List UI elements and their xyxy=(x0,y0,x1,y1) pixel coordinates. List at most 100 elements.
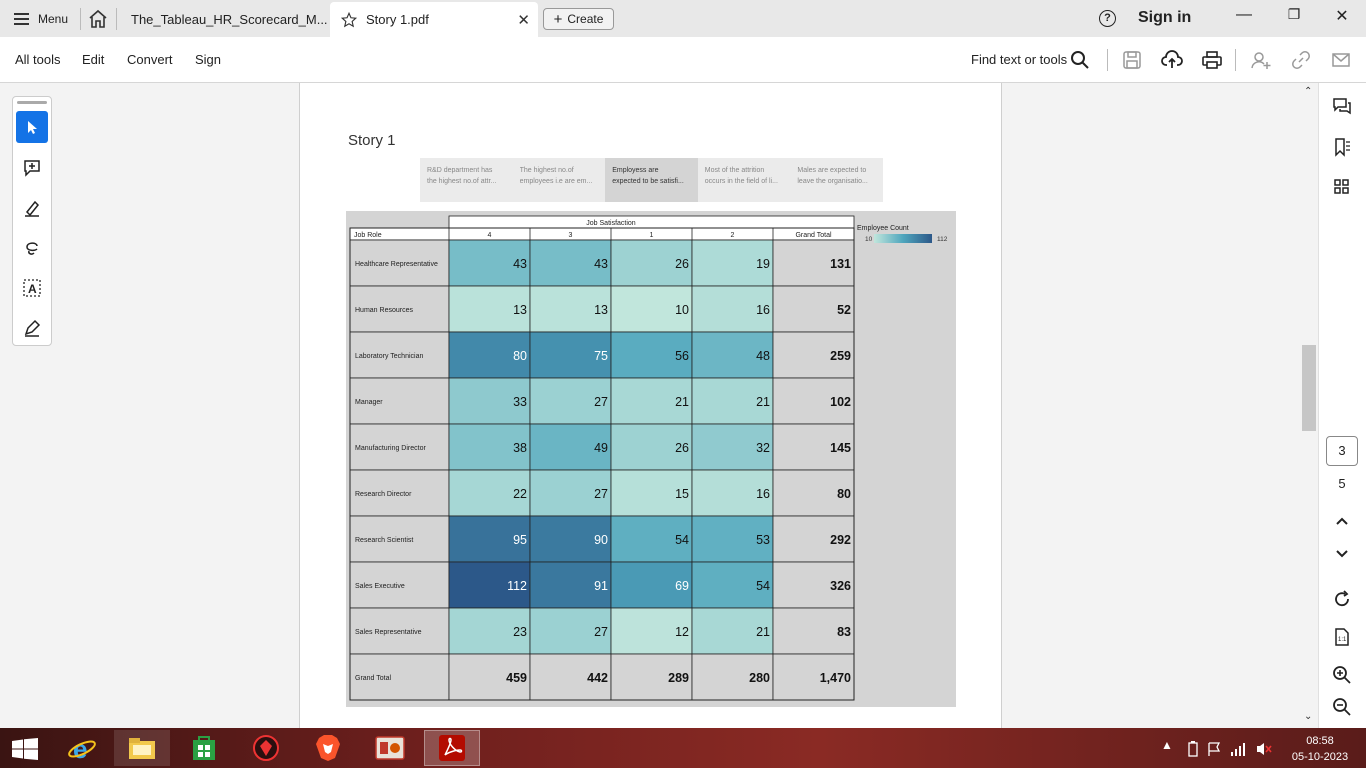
highlight-tool[interactable] xyxy=(16,192,48,224)
tab-hr-scorecard[interactable]: The_Tableau_HR_Scorecard_M... xyxy=(118,2,328,37)
scroll-down-icon[interactable]: ⌄ xyxy=(1304,711,1312,722)
sign-in-button[interactable]: Sign in xyxy=(1138,9,1191,27)
cell-value: 26 xyxy=(675,441,689,455)
taskbar-brave[interactable] xyxy=(300,730,356,766)
row-total: 292 xyxy=(830,533,851,547)
zoom-in-icon[interactable] xyxy=(1331,664,1353,686)
row-label: Human Resources xyxy=(355,307,413,314)
sign-tool[interactable] xyxy=(16,312,48,344)
comments-icon[interactable] xyxy=(1331,96,1353,118)
email-icon[interactable] xyxy=(1330,49,1352,71)
story-point-1[interactable]: R&D department has the highest no.of attr… xyxy=(420,158,513,202)
story-point-3[interactable]: Employess are expected to be satisfi... xyxy=(605,158,698,202)
search-icon[interactable] xyxy=(1069,49,1091,71)
zoom-out-icon[interactable] xyxy=(1331,696,1353,718)
total-column-header: Grand Total xyxy=(795,232,832,239)
fit-page-icon[interactable]: 1:1 xyxy=(1331,626,1353,648)
thumbnails-icon[interactable] xyxy=(1331,176,1353,198)
cell-value: 459 xyxy=(506,671,527,685)
create-label: Create xyxy=(567,12,604,26)
close-window-icon[interactable]: ✕ xyxy=(1330,6,1354,26)
row-total: 131 xyxy=(830,257,851,271)
story-point-text: the highest no.of attr... xyxy=(427,178,497,185)
share-user-icon[interactable] xyxy=(1250,49,1272,71)
divider xyxy=(1235,49,1236,71)
plus-icon: + xyxy=(553,10,563,28)
row-label: Sales Executive xyxy=(355,583,405,590)
row-label: Manager xyxy=(355,399,383,406)
cell-value: 33 xyxy=(513,395,527,409)
previous-page-icon[interactable] xyxy=(1331,510,1353,532)
convert-menu[interactable]: Convert xyxy=(127,52,173,67)
taskbar-ie[interactable]: e xyxy=(54,730,110,766)
story-point-text: The highest no.of xyxy=(519,167,574,174)
cell-value: 16 xyxy=(756,487,770,501)
taskbar-explorer[interactable] xyxy=(114,730,170,766)
find-text-label[interactable]: Find text or tools xyxy=(971,52,1067,67)
add-comment-tool[interactable] xyxy=(16,152,48,184)
cell-value: 48 xyxy=(756,349,770,363)
home-icon[interactable] xyxy=(86,7,110,31)
create-button[interactable]: + Create xyxy=(543,8,614,30)
close-tab-icon[interactable]: ✕ xyxy=(517,11,530,29)
taskbar-acrobat[interactable] xyxy=(424,730,480,766)
cell-value: 75 xyxy=(594,349,608,363)
clock-date: 05-10-2023 xyxy=(1291,751,1349,763)
draw-tool[interactable] xyxy=(16,232,48,264)
rotate-icon[interactable] xyxy=(1331,588,1353,610)
text-tool[interactable]: A xyxy=(16,272,48,304)
row-total: 80 xyxy=(837,487,851,501)
column-header-row xyxy=(349,227,855,241)
flag-icon[interactable] xyxy=(1206,741,1222,757)
story-point-4[interactable]: Most of the attrition occurs in the field… xyxy=(698,158,791,202)
row-label: Manufacturing Director xyxy=(355,445,426,452)
print-icon[interactable] xyxy=(1201,49,1223,71)
restore-icon[interactable]: ❐ xyxy=(1282,6,1306,23)
network-icon[interactable] xyxy=(1230,741,1246,757)
taskbar-powerpoint[interactable] xyxy=(362,730,418,766)
bookmark-icon[interactable] xyxy=(1331,136,1353,158)
scrollbar-thumb[interactable] xyxy=(1302,345,1316,431)
folder-icon xyxy=(129,738,155,759)
current-page-input[interactable]: 3 xyxy=(1326,436,1358,466)
windows-start-icon[interactable] xyxy=(12,738,38,760)
cloud-upload-icon[interactable] xyxy=(1161,49,1183,71)
cell-value: 38 xyxy=(513,441,527,455)
panel-grip[interactable] xyxy=(17,101,47,104)
volume-muted-icon[interactable] xyxy=(1255,741,1273,757)
cell-value: 289 xyxy=(668,671,689,685)
star-icon[interactable] xyxy=(340,11,358,29)
row-label: Research Director xyxy=(355,491,412,498)
row-total: 1,470 xyxy=(820,671,851,685)
link-icon[interactable] xyxy=(1290,49,1312,71)
system-clock[interactable]: 08:58 05-10-2023 xyxy=(1284,733,1356,765)
menu-button[interactable]: Menu xyxy=(0,0,78,37)
sign-menu[interactable]: Sign xyxy=(195,52,221,67)
story-point-text: Employess are xyxy=(612,167,659,174)
lasso-icon xyxy=(26,242,38,255)
minimize-icon[interactable]: — xyxy=(1232,6,1256,24)
help-icon[interactable]: ? xyxy=(1099,10,1116,27)
taskbar-store[interactable] xyxy=(176,730,232,766)
story-point-2[interactable]: The highest no.of employees i.e are em... xyxy=(513,158,606,202)
internet-explorer-icon: e xyxy=(68,734,96,763)
save-icon[interactable] xyxy=(1121,49,1143,71)
edit-menu[interactable]: Edit xyxy=(82,52,104,67)
story-point-text: occurs in the field of li... xyxy=(704,178,778,185)
scroll-up-icon[interactable]: ⌃ xyxy=(1304,86,1312,97)
story-point-5[interactable]: Males are expected to leave the organisat… xyxy=(790,158,883,202)
acrobat-icon xyxy=(439,735,465,761)
all-tools-menu[interactable]: All tools xyxy=(15,52,61,67)
header-band xyxy=(448,215,855,229)
select-tool[interactable] xyxy=(16,111,48,143)
row-total: 52 xyxy=(837,303,851,317)
row-label: Research Scientist xyxy=(355,537,413,544)
highlighter-icon xyxy=(25,200,40,217)
battery-icon[interactable] xyxy=(1188,741,1198,757)
tab-story-pdf[interactable]: Story 1.pdf ✕ xyxy=(330,2,538,37)
total-pages: 5 xyxy=(1338,476,1346,491)
show-hidden-icons[interactable]: ▲ xyxy=(1161,738,1173,752)
row-header-title: Job Role xyxy=(354,232,382,239)
next-page-icon[interactable] xyxy=(1331,542,1353,564)
taskbar-app-red[interactable] xyxy=(238,730,294,766)
